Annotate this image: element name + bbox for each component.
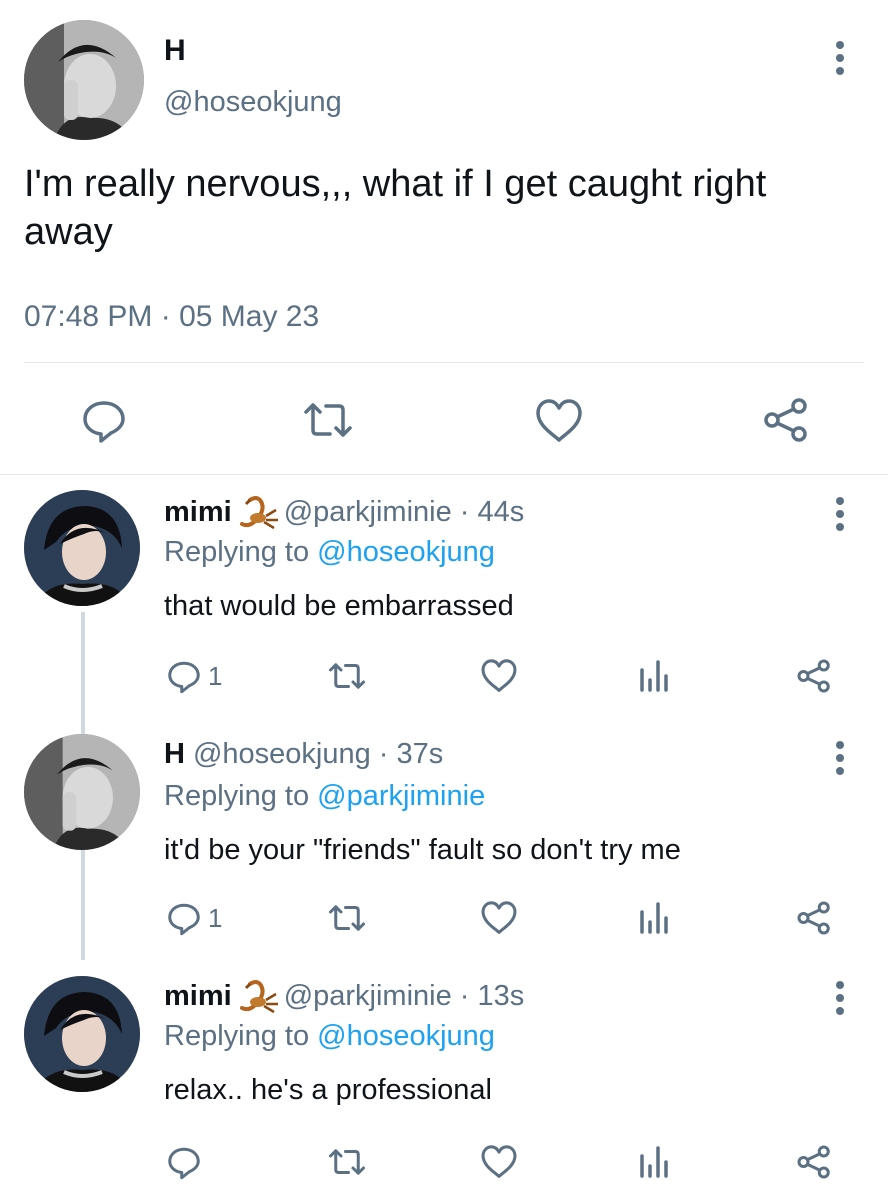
replying-to: Replying to @hoseokjung (164, 1020, 495, 1053)
reply-action[interactable]: 1 (166, 900, 222, 936)
reply-count: 1 (208, 660, 223, 691)
avatar-parkjiminie[interactable] (24, 490, 140, 606)
reply-icon (168, 1147, 200, 1180)
share-icon[interactable] (762, 396, 810, 444)
share-icon[interactable] (796, 658, 832, 694)
reply-handle-time[interactable]: @parkjiminie · 44s (284, 496, 525, 529)
user-handle[interactable]: @hoseokjung (164, 86, 342, 119)
like-icon[interactable] (480, 658, 518, 694)
display-name[interactable]: H (164, 34, 186, 68)
retweet-icon[interactable] (300, 396, 352, 444)
reply-action[interactable] (166, 1144, 202, 1180)
reply-action[interactable]: 1 (166, 658, 222, 694)
analytics-icon[interactable] (638, 658, 670, 694)
reply-handle-time[interactable]: @parkjiminie · 13s (284, 980, 525, 1013)
reply-display-name[interactable]: mimi (164, 980, 232, 1013)
replying-to-label: Replying to (164, 1020, 318, 1052)
analytics-icon[interactable] (638, 1144, 670, 1180)
reply-icon (168, 661, 200, 694)
avatar-parkjiminie[interactable] (24, 976, 140, 1092)
tweet-timestamp[interactable]: 07:48 PM · 05 May 23 (24, 300, 319, 334)
like-icon[interactable] (480, 900, 518, 936)
reply-display-name[interactable]: mimi (164, 496, 232, 529)
retweet-icon[interactable] (326, 658, 368, 694)
mention-link[interactable]: @parkjiminie (317, 780, 485, 812)
reply-icon (168, 903, 200, 936)
scorpion-emoji (236, 978, 280, 1014)
divider (24, 362, 864, 363)
like-icon[interactable] (480, 1144, 518, 1180)
reply-text: relax.. he's a professional (164, 1074, 492, 1106)
reply-text: it'd be your "friends" fault so don't tr… (164, 834, 681, 866)
main-tweet: H @hoseokjung I'm really nervous,,, what… (0, 0, 888, 475)
mention-link[interactable]: @hoseokjung (317, 1020, 495, 1052)
more-options-icon[interactable] (830, 40, 850, 76)
replying-to-label: Replying to (164, 780, 318, 812)
share-icon[interactable] (796, 1144, 832, 1180)
analytics-icon[interactable] (638, 900, 670, 936)
scorpion-emoji (236, 494, 280, 530)
mention-link[interactable]: @hoseokjung (317, 536, 495, 568)
replying-to: Replying to @hoseokjung (164, 536, 495, 569)
like-icon[interactable] (534, 398, 582, 446)
section-divider (0, 474, 888, 475)
reply-text: that would be embarrassed (164, 590, 514, 622)
reply-icon[interactable] (80, 396, 128, 444)
more-options-icon[interactable] (830, 980, 850, 1016)
replying-to: Replying to @parkjiminie (164, 780, 485, 813)
retweet-icon[interactable] (326, 900, 368, 936)
more-options-icon[interactable] (830, 496, 850, 532)
more-options-icon[interactable] (830, 740, 850, 776)
replying-to-label: Replying to (164, 536, 318, 568)
retweet-icon[interactable] (326, 1144, 368, 1180)
avatar-hoseokjung[interactable] (24, 734, 140, 850)
avatar-hoseokjung[interactable] (24, 20, 144, 140)
reply-display-name[interactable]: H (164, 738, 185, 771)
reply-count: 1 (208, 902, 223, 933)
reply-handle-time[interactable]: @hoseokjung · 37s (193, 738, 443, 771)
share-icon[interactable] (796, 900, 832, 936)
tweet-text: I'm really nervous,,, what if I get caug… (24, 163, 767, 253)
